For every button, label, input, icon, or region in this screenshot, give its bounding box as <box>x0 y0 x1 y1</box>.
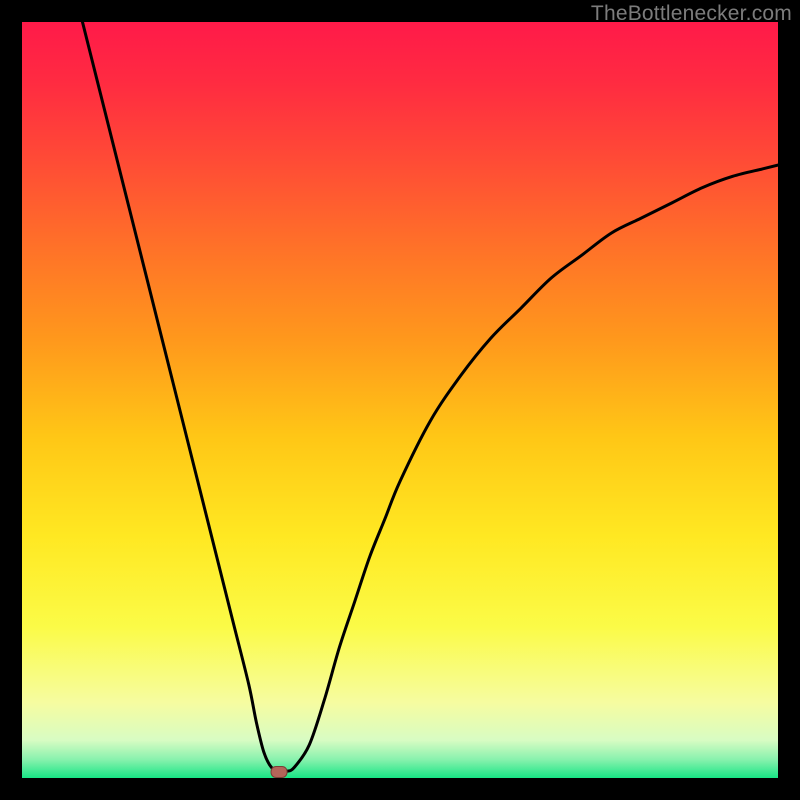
chart-frame: TheBottlenecker.com <box>0 0 800 800</box>
optimal-point-marker <box>271 766 287 777</box>
chart-svg <box>22 22 778 778</box>
gradient-background <box>22 22 778 778</box>
plot-area <box>22 22 778 778</box>
